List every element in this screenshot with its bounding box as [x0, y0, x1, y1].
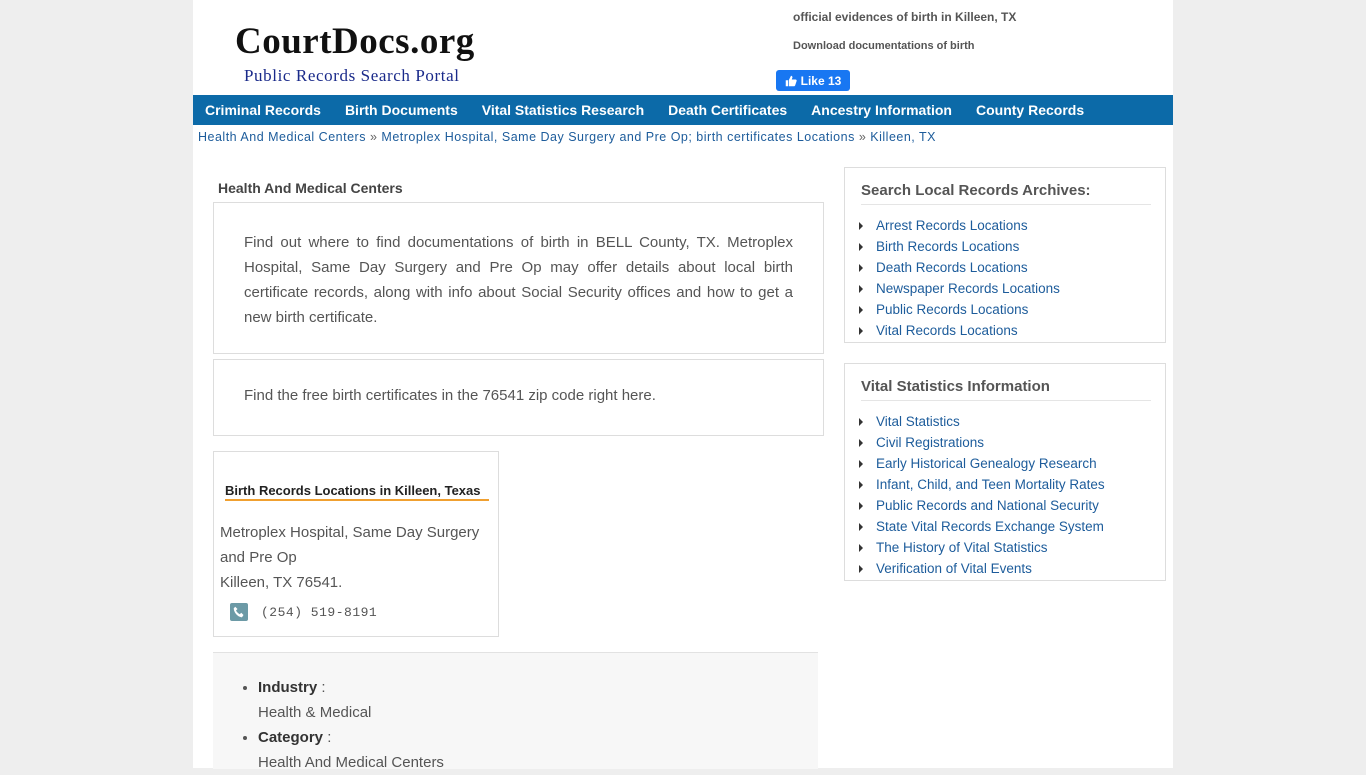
breadcrumb-separator: » — [369, 130, 378, 144]
info-value: Health & Medical — [258, 704, 372, 721]
sidebar-link[interactable]: Birth Records Locations — [876, 239, 1019, 254]
vital-statistics-panel: Vital Statistics Information Vital Stati… — [844, 363, 1166, 581]
nav-vital-statistics-research[interactable]: Vital Statistics Research — [482, 102, 644, 118]
nav-death-certificates[interactable]: Death Certificates — [668, 102, 787, 118]
header-line-1: official evidences of birth in Killeen, … — [793, 10, 1017, 24]
list-item: Verification of Vital Events — [859, 558, 1165, 579]
sidebar-link[interactable]: Civil Registrations — [876, 435, 984, 450]
caret-right-icon — [859, 417, 863, 426]
sidebar-link[interactable]: Death Records Locations — [876, 260, 1028, 275]
list-item: Early Historical Genealogy Research — [859, 453, 1165, 474]
header-tagline: official evidences of birth in Killeen, … — [793, 10, 1016, 52]
info-label: Industry — [258, 679, 318, 696]
breadcrumb-item[interactable]: Killeen, TX — [870, 130, 936, 144]
site-logo[interactable]: CourtDocs.org Public Records Search Port… — [235, 20, 475, 86]
list-item: Public Records Locations — [859, 299, 1165, 320]
list-item: Public Records and National Security — [859, 495, 1165, 516]
list-item: Newspaper Records Locations — [859, 278, 1165, 299]
sidebar-link[interactable]: State Vital Records Exchange System — [876, 519, 1104, 534]
caret-right-icon — [859, 480, 863, 489]
caret-right-icon — [859, 263, 863, 272]
main-nav: Criminal Records Birth Documents Vital S… — [193, 95, 1173, 125]
sidebar-link[interactable]: Newspaper Records Locations — [876, 281, 1060, 296]
list-item: The History of Vital Statistics — [859, 537, 1165, 558]
list-item: Birth Records Locations — [859, 236, 1165, 257]
caret-right-icon — [859, 284, 863, 293]
sidebar-link[interactable]: Early Historical Genealogy Research — [876, 456, 1097, 471]
caret-right-icon — [859, 564, 863, 573]
nav-criminal-records[interactable]: Criminal Records — [205, 102, 321, 118]
list-item: Vital Statistics — [859, 411, 1165, 432]
sidebar-link[interactable]: Verification of Vital Events — [876, 561, 1032, 576]
sidebar-link[interactable]: Public Records and National Security — [876, 498, 1099, 513]
search-archives-list: Arrest Records Locations Birth Records L… — [859, 215, 1165, 341]
header-line-2: Download documentations of birth — [793, 40, 975, 52]
sidebar-link[interactable]: Public Records Locations — [876, 302, 1028, 317]
info-list: Industry :Health & Medical Category :Hea… — [213, 675, 818, 775]
location-name: Metroplex Hospital, Same Day Surgery and… — [220, 524, 480, 566]
breadcrumb-item[interactable]: Health And Medical Centers — [198, 130, 366, 144]
logo-subtitle: Public Records Search Portal — [244, 66, 460, 85]
search-archives-title: Search Local Records Archives: — [861, 182, 1151, 205]
sidebar-link[interactable]: Vital Statistics — [876, 414, 960, 429]
intro-text: Find out where to find documentations of… — [244, 234, 793, 326]
list-item: Arrest Records Locations — [859, 215, 1165, 236]
info-item-industry: Industry :Health & Medical — [258, 675, 818, 725]
logo-title[interactable]: CourtDocs.org — [235, 20, 475, 64]
sidebar-link[interactable]: Arrest Records Locations — [876, 218, 1028, 233]
list-item: Civil Registrations — [859, 432, 1165, 453]
caret-right-icon — [859, 242, 863, 251]
vital-statistics-list: Vital Statistics Civil Registrations Ear… — [859, 411, 1165, 579]
list-item: Vital Records Locations — [859, 320, 1165, 341]
caret-right-icon — [859, 459, 863, 468]
thumbs-up-icon — [785, 75, 797, 86]
info-label: Category — [258, 729, 324, 746]
info-box: Industry :Health & Medical Category :Hea… — [213, 652, 818, 771]
facebook-like-label: Like 13 — [800, 73, 842, 88]
page: CourtDocs.org Public Records Search Port… — [193, 0, 1173, 771]
caret-right-icon — [859, 221, 863, 230]
breadcrumb: Health And Medical Centers» Metroplex Hos… — [198, 130, 936, 144]
sidebar-link[interactable]: Vital Records Locations — [876, 323, 1018, 338]
facebook-like-button[interactable]: Like 13 — [776, 70, 850, 91]
list-item: Death Records Locations — [859, 257, 1165, 278]
caret-right-icon — [859, 326, 863, 335]
search-archives-panel: Search Local Records Archives: Arrest Re… — [844, 167, 1166, 343]
caret-right-icon — [859, 501, 863, 510]
sidebar-link[interactable]: Infant, Child, and Teen Mortality Rates — [876, 477, 1105, 492]
breadcrumb-item[interactable]: Metroplex Hospital, Same Day Surgery and… — [381, 130, 854, 144]
vital-statistics-title: Vital Statistics Information — [861, 378, 1151, 401]
caret-right-icon — [859, 543, 863, 552]
caret-right-icon — [859, 305, 863, 314]
location-city: Killeen, TX 76541. — [220, 574, 343, 591]
phone-number[interactable]: (254) 519-8191 — [261, 605, 377, 620]
zip-box: Find the free birth certificates in the … — [213, 359, 824, 436]
caret-right-icon — [859, 522, 863, 531]
breadcrumb-separator: » — [858, 130, 867, 144]
phone-row[interactable]: (254) 519-8191 — [230, 603, 377, 621]
info-value: Health And Medical Centers — [258, 754, 444, 771]
location-address: Metroplex Hospital, Same Day Surgery and… — [220, 520, 490, 595]
location-card: Birth Records Locations in Killeen, Texa… — [213, 451, 499, 637]
list-item: Infant, Child, and Teen Mortality Rates — [859, 474, 1165, 495]
zip-text: Find the free birth certificates in the … — [244, 387, 656, 404]
nav-county-records[interactable]: County Records — [976, 102, 1084, 118]
caret-right-icon — [859, 438, 863, 447]
location-card-title: Birth Records Locations in Killeen, Texa… — [225, 483, 489, 501]
nav-birth-documents[interactable]: Birth Documents — [345, 102, 458, 118]
intro-box: Find out where to find documentations of… — [213, 202, 824, 354]
sidebar-link[interactable]: The History of Vital Statistics — [876, 540, 1048, 555]
section-title: Health And Medical Centers — [218, 180, 403, 196]
nav-ancestry-information[interactable]: Ancestry Information — [811, 102, 952, 118]
phone-icon — [230, 603, 248, 621]
list-item: State Vital Records Exchange System — [859, 516, 1165, 537]
